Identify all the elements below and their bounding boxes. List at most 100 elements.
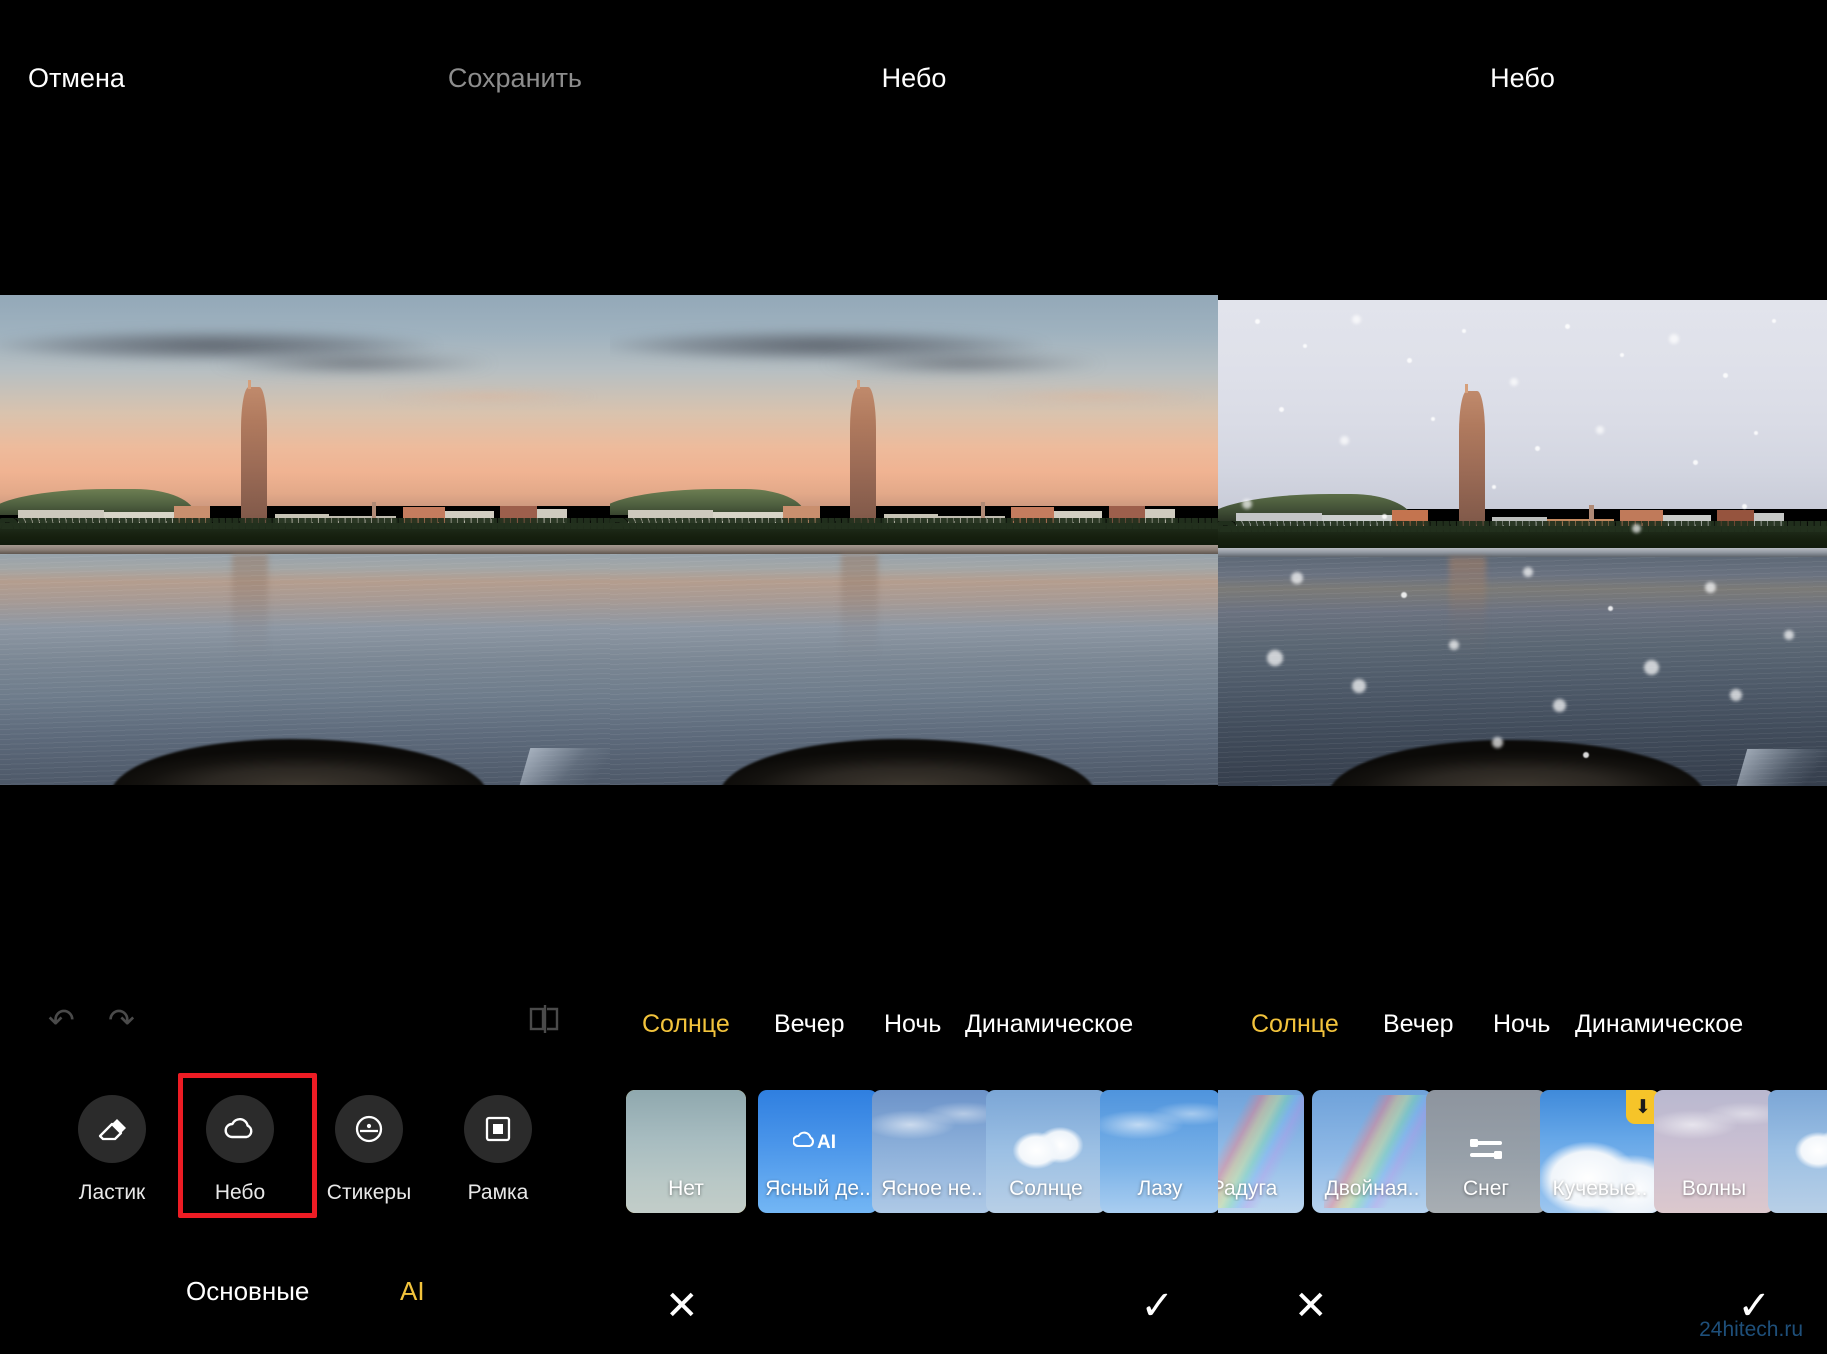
- cloud-puff: [1789, 1117, 1827, 1172]
- pane-sky-picker: Небо Солнце Вечер Ночь Динамическое Нет …: [610, 0, 1218, 1354]
- tool-label: Рамка: [467, 1181, 529, 1204]
- eraser-icon: [78, 1095, 146, 1163]
- cancel-icon[interactable]: ✕: [1294, 1284, 1328, 1328]
- tower-building: [1458, 390, 1485, 529]
- tower-building: [850, 386, 877, 526]
- tab-evening[interactable]: Вечер: [774, 1008, 845, 1040]
- tool-stickers[interactable]: Стикеры: [317, 1095, 421, 1205]
- pane-editor-main: Отмена Сохранить ↶ ↷ Ластик Небо Стикеры…: [0, 0, 610, 1354]
- sliders-icon: [1426, 1132, 1546, 1171]
- undo-icon[interactable]: ↶: [48, 1004, 75, 1036]
- tool-frame[interactable]: Рамка: [446, 1095, 550, 1205]
- thumb-clear-sky[interactable]: Ясное не..: [872, 1090, 992, 1213]
- water-layer: [0, 553, 610, 785]
- thumb-waves[interactable]: Волны: [1654, 1090, 1774, 1213]
- cloud-band-2: [780, 349, 1146, 378]
- thumb-label: Нет: [668, 1177, 704, 1200]
- app-screenshot: Отмена Сохранить ↶ ↷ Ластик Небо Стикеры…: [0, 0, 1827, 1354]
- confirm-icon[interactable]: ✓: [1140, 1284, 1174, 1328]
- thumb-azure[interactable]: Лазу: [1100, 1090, 1218, 1213]
- middle-header: Небо: [610, 0, 1218, 156]
- tool-label: Ластик: [78, 1181, 146, 1204]
- redo-icon[interactable]: ↷: [108, 1004, 135, 1036]
- tower-antenna: [856, 379, 860, 390]
- water-layer: [1218, 556, 1827, 786]
- pier-edge: [519, 747, 610, 785]
- compare-icon[interactable]: [528, 1004, 562, 1039]
- sky-thumbnail-strip[interactable]: Радуга Двойная..: [1218, 1090, 1827, 1215]
- tool-label: Небо: [214, 1181, 266, 1204]
- thumb-label: Кучевые..: [1552, 1177, 1648, 1200]
- photo-preview-snow[interactable]: [1218, 300, 1827, 786]
- mode-ai[interactable]: AI: [400, 1275, 425, 1307]
- cloud-wisp: [1654, 1099, 1774, 1156]
- tab-sun[interactable]: Солнце: [642, 1008, 730, 1040]
- thumb-label: Волны: [1681, 1177, 1747, 1200]
- svg-text:AI: AI: [817, 1132, 836, 1153]
- left-header: Отмена Сохранить: [0, 0, 610, 156]
- frame-icon: [464, 1095, 532, 1163]
- tool-label: Стикеры: [326, 1181, 412, 1204]
- save-button[interactable]: Сохранить: [448, 62, 582, 95]
- tree-line: [1218, 521, 1827, 550]
- cloud-band-3: [944, 387, 1218, 405]
- cloud-band-2: [170, 349, 537, 378]
- pane-sky-snow-applied: Небо Солнце Вечер Ночь Динамическое адуг…: [1218, 0, 1827, 1354]
- sky-layer-snow: [1218, 300, 1827, 509]
- thumb-rainbow[interactable]: Радуга: [1218, 1090, 1304, 1213]
- tool-eraser[interactable]: Ластик: [60, 1095, 164, 1205]
- tool-sky[interactable]: Небо: [188, 1095, 292, 1205]
- thumb-label: Лазу: [1137, 1177, 1183, 1200]
- tab-night[interactable]: Ночь: [1493, 1008, 1550, 1040]
- tab-night[interactable]: Ночь: [884, 1008, 941, 1040]
- tab-evening[interactable]: Вечер: [1383, 1008, 1454, 1040]
- photo-preview-sky[interactable]: [610, 295, 1218, 785]
- thumb-label: Радуга: [1218, 1177, 1278, 1200]
- thumb-double-rainbow[interactable]: Двойная..: [1312, 1090, 1432, 1213]
- tower-antenna: [247, 379, 251, 390]
- tower-building: [240, 386, 268, 526]
- sticker-icon: [335, 1095, 403, 1163]
- history-toolbar: ↶ ↷: [0, 1000, 610, 1046]
- watermark: 24hitech.ru: [1699, 1318, 1803, 1341]
- mode-basic[interactable]: Основные: [186, 1275, 309, 1307]
- sky-category-tabs: Солнце Вечер Ночь Динамическое: [1218, 1008, 1827, 1052]
- cancel-icon[interactable]: ✕: [665, 1284, 699, 1328]
- page-title: Небо: [1490, 63, 1555, 93]
- thumb-sun[interactable]: Солнце: [986, 1090, 1106, 1213]
- cloud-wisp: [1100, 1099, 1218, 1156]
- thumb-label: Снег: [1462, 1177, 1510, 1200]
- thumb-extra[interactable]: ⬇: [1768, 1090, 1827, 1213]
- ai-cloud-icon: AI: [758, 1124, 878, 1159]
- thumb-none[interactable]: Нет: [626, 1090, 746, 1213]
- middle-action-bar: ✕ ✓: [610, 1254, 1218, 1354]
- cloud-icon: [206, 1095, 274, 1163]
- page-title: Небо: [881, 63, 947, 93]
- mode-switcher: Основные AI: [0, 1275, 610, 1319]
- sky-thumbnail-strip[interactable]: Нет AI Ясный де.. Ясное не.. Солнце Лазу: [610, 1090, 1218, 1215]
- sky-category-tabs: Солнце Вечер Ночь Динамическое: [610, 1008, 1218, 1052]
- tab-dynamic[interactable]: Динамическое: [965, 1008, 1133, 1040]
- tree-line: [610, 518, 1218, 547]
- right-header: Небо: [1218, 0, 1827, 156]
- thumb-snow[interactable]: Снег: [1426, 1090, 1546, 1213]
- thumb-clear-day[interactable]: AI Ясный де..: [758, 1090, 878, 1213]
- photo-preview-original[interactable]: [0, 295, 610, 785]
- cancel-button[interactable]: Отмена: [28, 62, 125, 95]
- tab-dynamic[interactable]: Динамическое: [1575, 1008, 1743, 1040]
- thumb-label: Двойная..: [1324, 1177, 1420, 1200]
- tower-antenna: [1465, 384, 1469, 394]
- photo-sunset-edited: [610, 295, 1218, 785]
- right-action-bar: ✕ ✓ 24hitech.ru: [1218, 1254, 1827, 1354]
- cloud-puff: [1007, 1117, 1087, 1172]
- thumb-label: Солнце: [1009, 1177, 1083, 1200]
- cloud-wisp: [872, 1099, 992, 1156]
- water-layer: [610, 553, 1218, 785]
- tab-sun[interactable]: Солнце: [1251, 1008, 1339, 1040]
- thumb-cumulus[interactable]: ⬇ Кучевые..: [1540, 1090, 1660, 1213]
- tree-line: [0, 518, 610, 547]
- thumb-label: Ясный де..: [765, 1177, 871, 1200]
- sky-layer: [0, 295, 610, 506]
- photo-snow-edited: [1218, 300, 1827, 786]
- cloud-band-3: [335, 387, 610, 405]
